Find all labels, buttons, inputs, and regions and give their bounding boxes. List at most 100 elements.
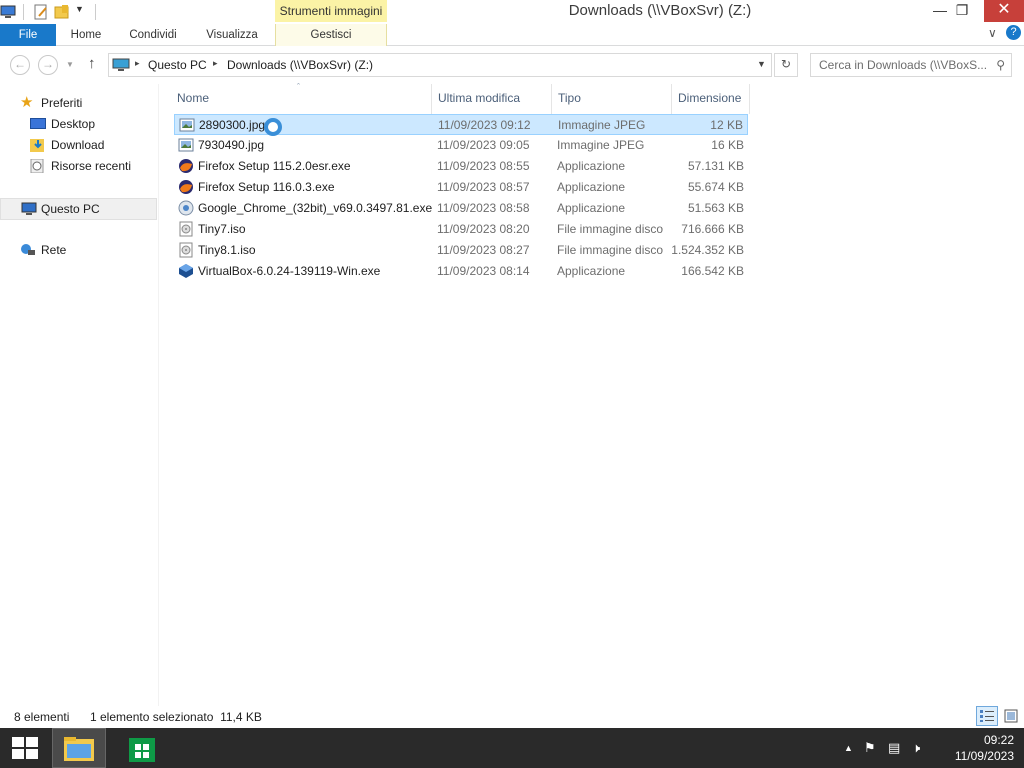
file-modified: 11/09/2023 08:20 (437, 222, 530, 236)
tab-gestisci[interactable]: Gestisci (275, 24, 387, 46)
navigation-pane: ★ Preferiti Desktop Download Risorse rec… (0, 84, 158, 706)
nav-label: Risorse recenti (51, 159, 132, 173)
separator (23, 4, 24, 20)
column-divider[interactable] (431, 84, 432, 114)
column-divider[interactable] (551, 84, 552, 114)
title-bar: ▼ Strumenti immagini Downloads (\\VBoxSv… (0, 0, 1024, 24)
file-row[interactable]: Tiny8.1.iso 11/09/2023 08:27 File immagine… (174, 240, 748, 261)
firefox-icon (179, 159, 193, 173)
clock-date[interactable]: 11/09/2023 (934, 749, 1014, 763)
show-hidden-icons-icon[interactable]: ▲ (844, 743, 853, 753)
disc-image-icon (179, 221, 193, 237)
file-type: Applicazione (557, 180, 626, 194)
file-type: Applicazione (557, 159, 626, 173)
item-count: 8 elementi (14, 710, 70, 724)
column-header-type[interactable]: Tipo (558, 86, 581, 110)
refresh-button[interactable]: ↻ (774, 53, 798, 77)
taskbar: ▲ ⚑ ▤ 🕨 09:22 11/09/2023 (0, 728, 1024, 768)
search-input[interactable]: Cerca in Downloads (\\VBoxS... ⚲ (810, 53, 1012, 77)
tab-home[interactable]: Home (58, 24, 114, 46)
start-button-windows-icon[interactable] (12, 737, 38, 759)
file-explorer-icon (64, 737, 94, 761)
file-name: Firefox Setup 115.2.0esr.exe (198, 159, 351, 173)
file-row[interactable]: Tiny7.iso 11/09/2023 08:20 File immagine d… (174, 219, 748, 240)
clock-time[interactable]: 09:22 (934, 733, 1014, 747)
taskbar-store-button[interactable] (126, 732, 158, 764)
file-name: Tiny8.1.iso (198, 243, 256, 257)
file-size: 1.524.352 KB (671, 243, 744, 257)
breadcrumb-questo-pc[interactable]: Questo PC (148, 58, 207, 72)
image-file-icon (179, 118, 195, 132)
tab-file[interactable]: File (0, 24, 56, 46)
tab-visualizza[interactable]: Visualizza (196, 24, 268, 46)
column-divider[interactable] (671, 84, 672, 114)
file-name: Google_Chrome_(32bit)_v69.0.3497.81.exe (198, 201, 433, 215)
ribbon-tabs: File Home Condividi Visualizza Gestisci … (0, 24, 1024, 46)
details-view-icon (980, 710, 994, 722)
file-name: Tiny7.iso (198, 222, 246, 236)
nav-item-desktop[interactable]: Desktop (30, 114, 95, 134)
file-row[interactable]: 7930490.jpg 11/09/2023 09:05 Immagine JPEG… (174, 135, 748, 156)
file-list: ˆ Nome Ultima modifica Tipo Dimensione 2… (170, 82, 770, 684)
file-name: 2890300.jpg (199, 118, 266, 132)
file-size: 57.131 KB (687, 159, 744, 173)
file-size: 51.563 KB (687, 201, 744, 215)
file-row[interactable]: 2890300.jpg 11/09/2023 09:12 Immagine JPEG… (174, 114, 748, 135)
nav-item-rete[interactable]: Rete (20, 240, 66, 260)
qat-dropdown-icon[interactable]: ▼ (75, 4, 84, 14)
address-bar[interactable]: ▸ Questo PC ▸ Downloads (\\VBoxSvr) (Z:)… (108, 53, 772, 77)
column-header-modified[interactable]: Ultima modifica (438, 86, 520, 110)
address-row: ← → ▼ ↑ ▸ Questo PC ▸ Downloads (\\VBoxS… (0, 52, 1024, 78)
file-row[interactable]: Firefox Setup 115.2.0esr.exe 11/09/2023 0… (174, 156, 748, 177)
breadcrumb-separator-icon[interactable]: ▸ (213, 58, 218, 69)
taskbar-file-explorer-button[interactable] (52, 728, 106, 768)
computer-icon (112, 58, 130, 71)
firefox-icon (179, 180, 193, 194)
help-icon[interactable]: ? (1006, 25, 1021, 40)
desktop-icon (30, 118, 46, 129)
pane-divider (158, 84, 159, 706)
properties-icon[interactable] (33, 4, 49, 20)
file-modified: 11/09/2023 08:58 (437, 201, 530, 215)
large-icons-view-button[interactable] (1000, 706, 1022, 726)
recent-places-icon (30, 159, 44, 173)
forward-button[interactable]: → (38, 55, 58, 75)
up-button[interactable]: ↑ (88, 55, 96, 72)
breadcrumb-separator-icon[interactable]: ▸ (135, 58, 140, 69)
file-row[interactable]: Firefox Setup 116.0.3.exe 11/09/2023 08:5… (174, 177, 748, 198)
nav-item-download[interactable]: Download (30, 135, 104, 155)
busy-cursor-icon (264, 118, 282, 136)
details-view-button[interactable] (976, 706, 998, 726)
breadcrumb-downloads[interactable]: Downloads (\\VBoxSvr) (Z:) (227, 58, 373, 72)
volume-icon[interactable]: 🕨 (912, 740, 920, 756)
file-name: Firefox Setup 116.0.3.exe (198, 180, 335, 194)
column-header-name[interactable]: Nome (177, 86, 209, 110)
action-center-flag-icon[interactable]: ⚑ (864, 740, 876, 756)
new-folder-icon[interactable] (54, 4, 70, 20)
restore-button[interactable]: ❐ (948, 0, 976, 22)
network-tray-icon[interactable]: ▤ (888, 740, 900, 756)
file-type: File immagine disco (557, 243, 664, 257)
window-title: Downloads (\\VBoxSvr) (Z:) (568, 2, 752, 19)
back-button[interactable]: ← (10, 55, 30, 75)
ribbon-expand-icon[interactable]: ∨ (988, 26, 997, 40)
file-name: 7930490.jpg (198, 138, 265, 152)
tab-condividi[interactable]: Condividi (118, 24, 188, 46)
address-dropdown-icon[interactable]: ▼ (757, 59, 766, 69)
column-header-size[interactable]: Dimensione (678, 86, 741, 110)
column-divider[interactable] (749, 84, 750, 114)
file-size: 166.542 KB (681, 264, 744, 278)
file-row[interactable]: Google_Chrome_(32bit)_v69.0.3497.81.exe 1… (174, 198, 748, 219)
file-name: VirtualBox-6.0.24-139119-Win.exe (198, 264, 381, 278)
computer-icon[interactable] (0, 4, 16, 20)
search-placeholder: Cerca in Downloads (\\VBoxS... (819, 58, 988, 72)
nav-item-preferiti[interactable]: ★ Preferiti (20, 93, 82, 113)
nav-label: Desktop (51, 117, 96, 131)
nav-item-questo-pc[interactable]: Questo PC (0, 198, 157, 220)
file-size: 716.666 KB (681, 222, 744, 236)
store-icon (129, 738, 155, 762)
recent-locations-icon[interactable]: ▼ (66, 60, 74, 69)
file-row[interactable]: VirtualBox-6.0.24-139119-Win.exe 11/09/20… (174, 261, 748, 282)
close-button[interactable]: ✕ (984, 0, 1024, 22)
nav-item-risorse-recenti[interactable]: Risorse recenti (30, 156, 131, 176)
